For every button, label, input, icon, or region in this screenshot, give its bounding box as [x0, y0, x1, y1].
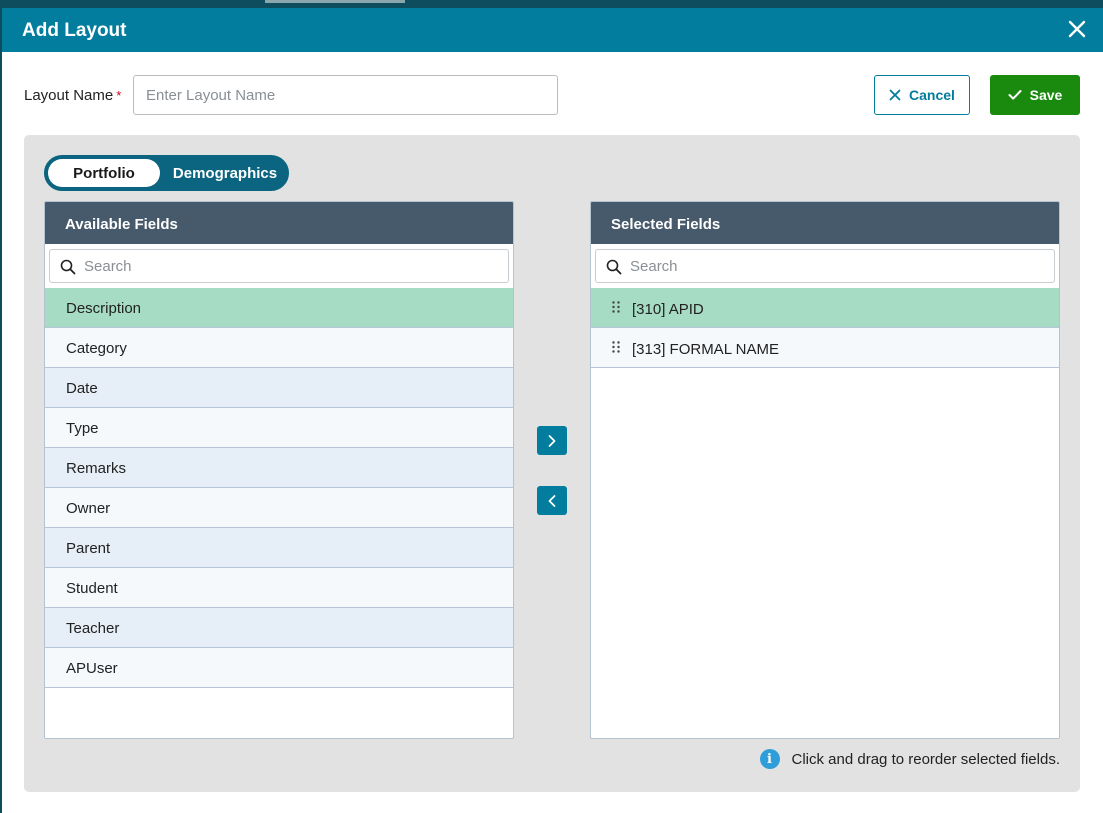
available-field-row[interactable]: Remarks	[45, 448, 513, 488]
available-field-row[interactable]: Student	[45, 568, 513, 608]
move-right-button[interactable]	[537, 426, 567, 455]
layout-name-label: Layout Name *	[24, 87, 121, 104]
save-button[interactable]: Save	[990, 75, 1080, 115]
save-label: Save	[1029, 87, 1063, 103]
info-icon: i	[759, 749, 780, 769]
selected-search	[595, 249, 1055, 283]
drag-handle-icon[interactable]	[611, 340, 621, 357]
available-field-row[interactable]: Type	[45, 408, 513, 448]
cancel-label: Cancel	[909, 87, 955, 103]
selected-field-label: [313] FORMAL NAME	[632, 341, 779, 358]
available-fields-header: Available Fields	[45, 202, 513, 244]
available-field-row[interactable]: APUser	[45, 648, 513, 688]
selected-field-row[interactable]: [313] FORMAL NAME	[591, 328, 1059, 368]
category-toggle: Portfolio Demographics	[44, 155, 289, 191]
close-icon[interactable]	[1065, 17, 1089, 41]
check-icon	[1008, 90, 1022, 100]
selected-fields-header: Selected Fields	[591, 202, 1059, 244]
available-field-row[interactable]: Owner	[45, 488, 513, 528]
reorder-hint: i Click and drag to reorder selected fie…	[759, 749, 1060, 769]
chevron-left-icon	[548, 494, 556, 507]
available-field-row[interactable]: Date	[45, 368, 513, 408]
layout-name-label-text: Layout Name	[24, 87, 114, 104]
search-icon	[606, 259, 622, 275]
layout-name-row: Layout Name* Cancel Save	[24, 75, 1084, 115]
available-field-row[interactable]: Description	[45, 288, 513, 328]
tab-demographics[interactable]: Demographics	[164, 159, 286, 187]
move-left-button[interactable]	[537, 486, 567, 515]
available-search	[49, 249, 509, 283]
add-layout-dialog: Add Layout Layout Name* Cancel Save Port…	[2, 8, 1103, 813]
dialog-title: Add Layout	[22, 20, 127, 41]
available-fields-list: Available Fields Description Category Da…	[44, 201, 514, 739]
selected-field-row[interactable]: [310] APID	[591, 288, 1059, 328]
required-mark: *	[116, 88, 122, 103]
drag-handle-icon[interactable]	[611, 300, 621, 317]
x-icon	[889, 89, 901, 101]
available-field-row[interactable]: Teacher	[45, 608, 513, 648]
available-field-row[interactable]: Category	[45, 328, 513, 368]
tab-portfolio[interactable]: Portfolio	[48, 159, 160, 187]
cancel-button[interactable]: Cancel	[874, 75, 970, 115]
available-search-input[interactable]	[84, 250, 504, 282]
backdrop-tab-indicator	[265, 0, 405, 3]
chevron-right-icon	[548, 434, 556, 447]
field-picker-panel: Portfolio Demographics Available Fields …	[24, 135, 1080, 792]
search-icon	[60, 259, 76, 275]
layout-name-input[interactable]	[133, 75, 558, 115]
reorder-hint-text: Click and drag to reorder selected field…	[791, 750, 1060, 768]
dialog-header: Add Layout	[2, 8, 1103, 52]
selected-fields-list: Selected Fields [310] APID [313] FORMAL …	[590, 201, 1060, 739]
selected-search-input[interactable]	[630, 250, 1050, 282]
selected-field-label: [310] APID	[632, 301, 704, 318]
available-field-row[interactable]: Parent	[45, 528, 513, 568]
